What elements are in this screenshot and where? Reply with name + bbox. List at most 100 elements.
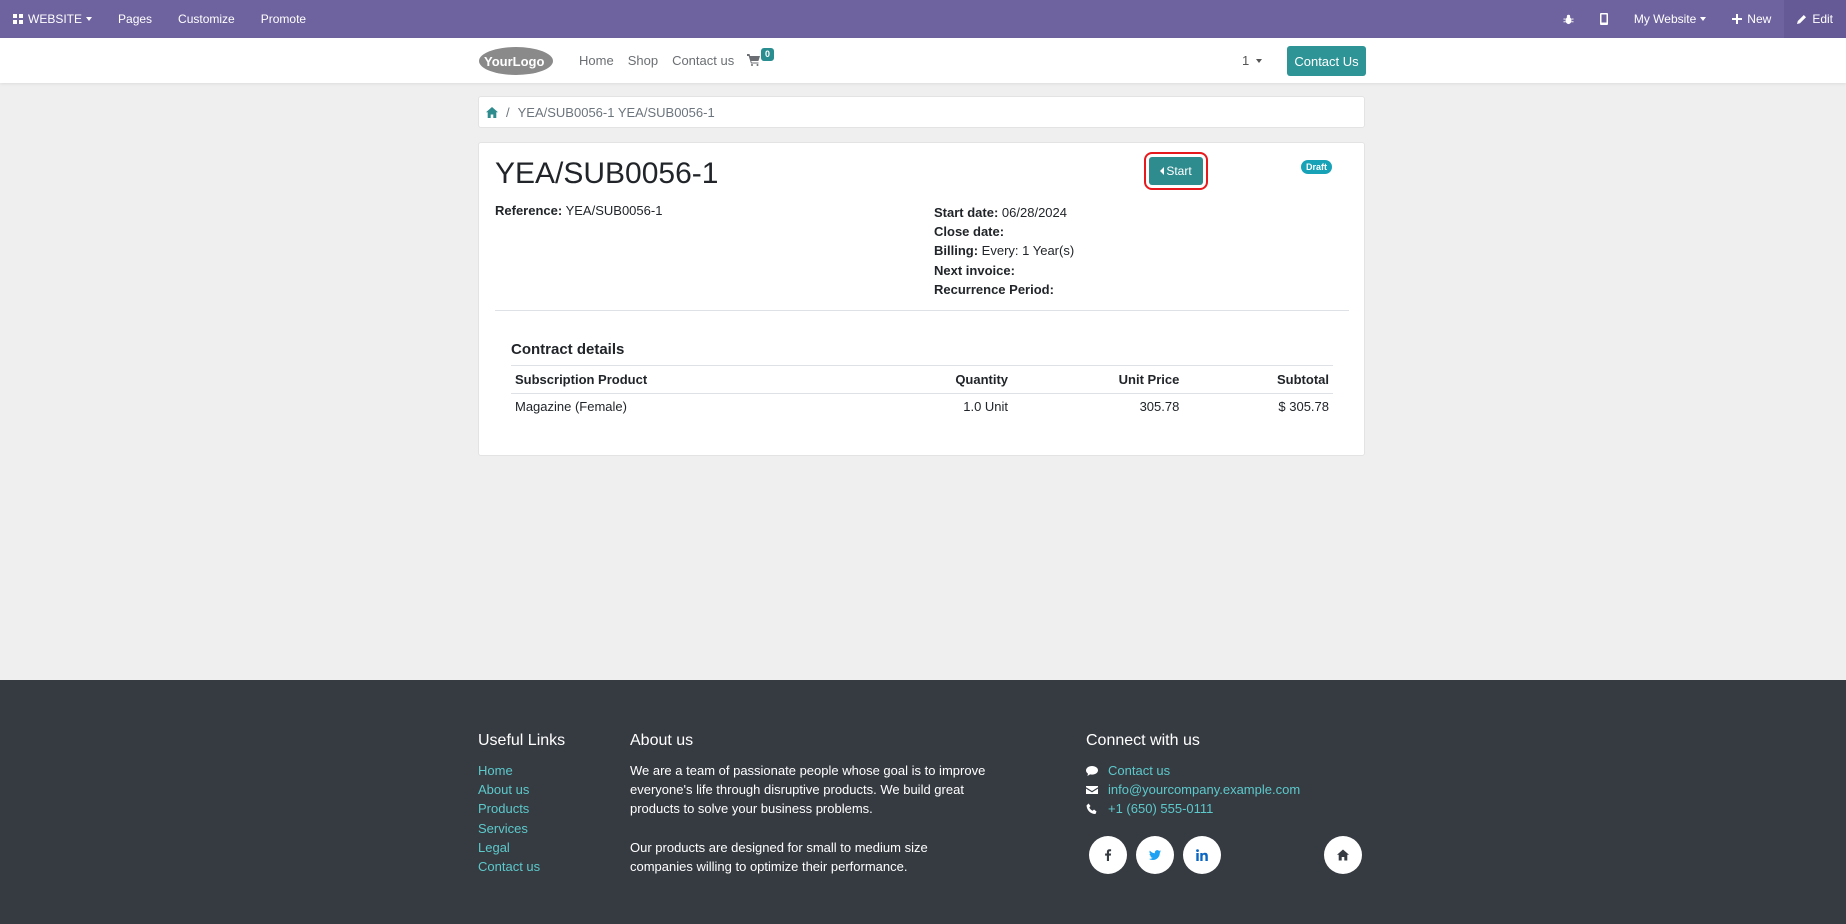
billing-value: Every: 1 Year(s): [981, 243, 1075, 259]
connect-email-row: info@yourcompany.example.com: [1086, 780, 1300, 799]
breadcrumb-current: YEA/SUB0056-1 YEA/SUB0056-1: [517, 104, 715, 120]
edit-button[interactable]: Edit: [1784, 0, 1846, 38]
website-menu[interactable]: WEBSITE: [0, 0, 105, 38]
language-selector[interactable]: 1: [1242, 53, 1263, 68]
site-header: YourLogo Home Shop Contact us 0 1 Contac…: [0, 38, 1846, 83]
footer-link-services[interactable]: Services: [478, 819, 565, 838]
cell-subtotal: $ 305.78: [1278, 399, 1329, 414]
plus-icon: [1732, 14, 1743, 24]
shopping-cart-icon: [747, 54, 760, 66]
about-column: About us We are a team of passionate peo…: [630, 732, 990, 876]
chevron-down-icon: [1256, 58, 1263, 63]
edit-label: Edit: [1812, 12, 1833, 26]
start-date-label: Start date:: [934, 205, 999, 220]
cell-quantity: 1.0 Unit: [963, 399, 1009, 414]
site-footer: Useful Links Home About us Products Serv…: [0, 680, 1846, 924]
contract-table: Subscription Product Quantity Unit Price…: [511, 365, 1333, 419]
logo-text: YourLogo: [484, 54, 544, 69]
connect-contact-link[interactable]: Contact us: [1108, 761, 1170, 780]
company-logo[interactable]: YourLogo: [478, 46, 554, 76]
contract-details-title: Contract details: [511, 341, 625, 358]
my-website-label: My Website: [1633, 12, 1697, 26]
promote-menu[interactable]: Promote: [248, 0, 319, 38]
about-title: About us: [630, 732, 694, 749]
connect-phone-row: +1 (650) 555-0111: [1086, 799, 1300, 818]
start-date-value: 06/28/2024: [1001, 205, 1067, 220]
twitter-button[interactable]: [1136, 836, 1174, 874]
cell-unit-price: 305.78: [1139, 399, 1180, 414]
pages-menu[interactable]: Pages: [105, 0, 165, 38]
linkedin-button[interactable]: [1183, 836, 1221, 874]
nav-shop[interactable]: Shop: [628, 53, 658, 68]
nav-contact-us[interactable]: Contact us: [672, 53, 734, 68]
comment-icon: [1086, 765, 1098, 776]
subscription-info: Start date: 06/28/2024 Close date: Billi…: [934, 203, 1074, 299]
linkedin-icon: [1196, 849, 1208, 861]
page-title: YEA/SUB0056-1: [495, 157, 719, 190]
about-paragraph-1: We are a team of passionate people whose…: [630, 763, 986, 817]
billing-label: Billing:: [934, 243, 979, 259]
apps-grid-icon: [13, 14, 23, 24]
useful-links-column: Useful Links Home About us Products Serv…: [478, 732, 565, 876]
footer-link-contact-us[interactable]: Contact us: [478, 857, 565, 876]
mobile-preview-button[interactable]: [1587, 0, 1621, 38]
connect-title: Connect with us: [1086, 732, 1200, 749]
twitter-icon: [1149, 850, 1161, 860]
main-nav: Home Shop Contact us: [579, 38, 748, 83]
column-header-unit-price: Unit Price: [1012, 365, 1184, 394]
about-paragraph-2: Our products are designed for small to m…: [630, 839, 928, 874]
reference-value: YEA/SUB0056-1: [565, 203, 663, 218]
column-header-subtotal: Subtotal: [1183, 365, 1333, 394]
home-button[interactable]: [1324, 836, 1362, 874]
my-website-menu[interactable]: My Website: [1621, 0, 1719, 38]
cart-link[interactable]: 0: [747, 48, 775, 66]
table-row: Magazine (Female) 1.0 Unit 305.78 $ 305.…: [511, 394, 1333, 420]
start-date-field: Start date: 06/28/2024: [934, 203, 1074, 222]
chevron-down-icon: [86, 17, 93, 21]
breadcrumb: / YEA/SUB0056-1 YEA/SUB0056-1: [478, 96, 1365, 128]
facebook-button[interactable]: [1089, 836, 1127, 874]
recurrence-field: Recurrence Period:: [934, 280, 1074, 299]
language-label: 1: [1242, 53, 1250, 68]
next-invoice-field: Next invoice:: [934, 261, 1074, 280]
column-header-quantity: Quantity: [860, 365, 1013, 394]
start-button[interactable]: Start: [1144, 152, 1208, 190]
new-label: New: [1747, 12, 1772, 26]
mobile-icon: [1599, 13, 1608, 25]
connect-contact-row: Contact us: [1086, 761, 1300, 780]
chevron-down-icon: [1700, 17, 1707, 21]
footer-link-about-us[interactable]: About us: [478, 780, 565, 799]
recurrence-label: Recurrence Period:: [934, 281, 1054, 297]
home-icon: [1337, 849, 1349, 861]
table-header-row: Subscription Product Quantity Unit Price…: [511, 365, 1333, 394]
connect-email-link[interactable]: info@yourcompany.example.com: [1108, 780, 1300, 799]
next-invoice-label: Next invoice:: [934, 262, 1015, 278]
cart-count-badge: 0: [761, 48, 775, 61]
debug-button[interactable]: [1550, 0, 1587, 38]
status-badge: Draft: [1301, 160, 1333, 174]
customize-menu[interactable]: Customize: [165, 0, 248, 38]
start-button-label: Start: [1166, 164, 1192, 178]
home-icon[interactable]: [486, 106, 498, 118]
breadcrumb-separator: /: [506, 104, 510, 120]
website-menu-label: WEBSITE: [28, 12, 83, 26]
footer-link-legal[interactable]: Legal: [478, 838, 565, 857]
useful-links-title: Useful Links: [478, 732, 566, 749]
facebook-icon: [1105, 849, 1112, 861]
admin-bar: WEBSITE Pages Customize Promote My Websi…: [0, 0, 1846, 38]
social-links: [1089, 836, 1230, 874]
bug-icon: [1563, 14, 1574, 24]
reference-label: Reference:: [495, 203, 563, 218]
footer-link-home[interactable]: Home: [478, 761, 565, 780]
nav-home[interactable]: Home: [579, 53, 614, 68]
connect-phone-link[interactable]: +1 (650) 555-0111: [1108, 799, 1213, 818]
connect-column: Connect with us Contact us info@yourcomp…: [1086, 732, 1300, 819]
new-button[interactable]: New: [1719, 0, 1784, 38]
footer-link-products[interactable]: Products: [478, 799, 565, 818]
close-date-field: Close date:: [934, 222, 1074, 241]
contact-us-button[interactable]: Contact Us: [1287, 46, 1366, 76]
divider: [495, 310, 1349, 311]
subscription-card: YEA/SUB0056-1 Start Draft Reference: YEA…: [478, 142, 1365, 456]
column-header-product: Subscription Product: [511, 365, 861, 394]
pencil-icon: [1797, 15, 1807, 24]
